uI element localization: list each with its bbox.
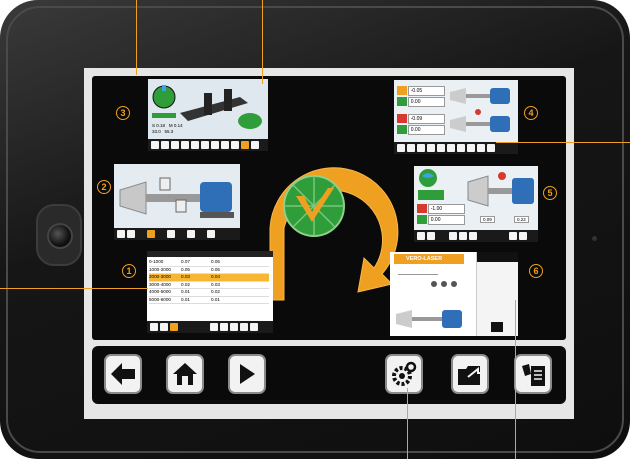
thumb-toolbar [148, 139, 268, 151]
s-value1: 0.18 [156, 123, 166, 128]
table-cell: 0.01 [211, 296, 220, 302]
callout-4: 4 [524, 106, 538, 120]
report-side-home [491, 322, 503, 332]
report-illustration [396, 310, 462, 328]
leader-line [0, 288, 148, 289]
sensor-dot [592, 236, 597, 241]
table-header [147, 251, 273, 257]
misalign-value-1: -0.05 [407, 85, 445, 96]
s-label: S [152, 123, 156, 128]
table-cell: 0.03 [211, 281, 220, 287]
result-value-1: -1.00 [427, 203, 465, 214]
thumb-about-screen[interactable]: VERO-LASER [390, 252, 518, 336]
misalign-value-2: 0.00 [407, 96, 445, 107]
brand-name: VERO-LASER [406, 256, 443, 262]
callout-2: 2 [97, 180, 111, 194]
back-button[interactable] [104, 354, 142, 394]
report-side-header [477, 252, 518, 262]
table-row[interactable]: 2000-3000 0.03 0.04 [149, 274, 269, 282]
folder-export-icon [458, 366, 482, 385]
table-cell: 3000-4000 [149, 281, 171, 287]
camera-lens [47, 223, 73, 249]
table-cell: 0.03 [181, 274, 190, 279]
callout-6: 6 [529, 264, 543, 278]
table-row[interactable]: 4000-5000 0.01 0.02 [149, 289, 269, 297]
table-cell: 0.07 [181, 259, 190, 264]
play-button[interactable] [228, 354, 266, 394]
s-value2: 33.0 [152, 129, 161, 134]
table-cell: 0.05 [211, 266, 220, 272]
table-cell: 5000-6000 [149, 296, 171, 302]
table-cell: 1000-2000 [149, 266, 171, 272]
m-value1: 0.14 [173, 123, 183, 128]
report-icon [522, 364, 545, 386]
thumb-tolerance-table[interactable]: 0-1000 0.07 0.05 1000-2000 0.05 0.05 2000-3000… [147, 251, 273, 333]
callout-3: 3 [116, 106, 130, 120]
m-value2: 55.3 [164, 129, 174, 134]
green-bars [418, 190, 444, 200]
table-cell: 4000-5000 [149, 289, 171, 294]
m-label: M [168, 123, 173, 128]
main-panel: S 0.18 M 0.14 33.0 55.3 3 2 0-1000 0.07 … [92, 76, 566, 340]
arrow-left-icon [111, 363, 135, 385]
leader-line [262, 0, 263, 84]
meas-2: 0.22 [514, 216, 529, 223]
table-cell: 0.01 [181, 289, 190, 294]
report-button[interactable] [514, 354, 552, 394]
result-value-2: 0.00 [427, 214, 465, 225]
thumb-alignment-screen[interactable] [114, 164, 240, 240]
shaft-illustration [180, 89, 262, 129]
settings-button[interactable] [385, 354, 423, 394]
home-button[interactable] [166, 354, 204, 394]
green-bar [152, 113, 176, 118]
table-row[interactable]: 1000-2000 0.05 0.05 [149, 266, 269, 274]
table-cell: 0.05 [211, 259, 220, 264]
home-icon [173, 363, 197, 385]
table-row[interactable]: 5000-6000 0.01 0.01 [149, 296, 269, 304]
thumb-measure-screen[interactable]: S 0.18 M 0.14 33.0 55.3 [148, 79, 268, 151]
misalign-value-3: -0.09 [407, 113, 445, 124]
callout-1: 1 [122, 264, 136, 278]
thumb-toolbar [147, 321, 273, 333]
globe-icon [419, 169, 437, 187]
table-cell: 0-1000 [149, 259, 164, 264]
bottom-nav-bar [92, 346, 566, 404]
app-logo[interactable] [282, 174, 346, 238]
table-cell: 0.02 [181, 281, 190, 287]
meas-1: 0.09 [480, 216, 495, 223]
leader-line [407, 388, 408, 459]
brand-logo: VERO-LASER [394, 254, 464, 264]
report-side-panel [476, 252, 518, 336]
tolerance-table: 0-1000 0.07 0.05 1000-2000 0.05 0.05 2000-3000… [149, 259, 269, 304]
camera-housing [36, 204, 82, 266]
thumb-toolbar [394, 142, 518, 154]
table-row[interactable]: 0-1000 0.07 0.05 [149, 259, 269, 267]
thumb-result-screen[interactable]: -1.00 0.00 0.09 0.22 [414, 166, 538, 242]
settings-gear-icon [392, 361, 417, 386]
thumb-toolbar [114, 228, 240, 240]
table-cell: 0.01 [181, 296, 190, 302]
table-cell: 0.02 [211, 289, 220, 294]
table-row[interactable]: 3000-4000 0.02 0.03 [149, 281, 269, 289]
leader-line [136, 0, 137, 75]
social-icons [431, 281, 457, 287]
compass-dial [152, 85, 176, 109]
measure-values: S 0.18 M 0.14 33.0 55.3 [152, 123, 183, 135]
play-icon [240, 364, 255, 384]
leader-line [496, 142, 630, 143]
thumb-toolbar [414, 230, 538, 242]
export-button[interactable] [451, 354, 489, 394]
tablet-screen: S 0.18 M 0.14 33.0 55.3 3 2 0-1000 0.07 … [84, 68, 574, 419]
alignment-illustration [119, 177, 234, 218]
table-cell: 0.04 [211, 274, 220, 279]
callout-5: 5 [543, 186, 557, 200]
misalign-illustration [450, 88, 510, 132]
tablet-device: S 0.18 M 0.14 33.0 55.3 3 2 0-1000 0.07 … [0, 0, 630, 459]
misalign-value-4: 0.00 [407, 124, 445, 135]
table-cell: 2000-3000 [149, 274, 171, 279]
leader-line [515, 300, 516, 459]
result-illustration [467, 172, 534, 207]
table-cell: 0.05 [181, 266, 190, 272]
